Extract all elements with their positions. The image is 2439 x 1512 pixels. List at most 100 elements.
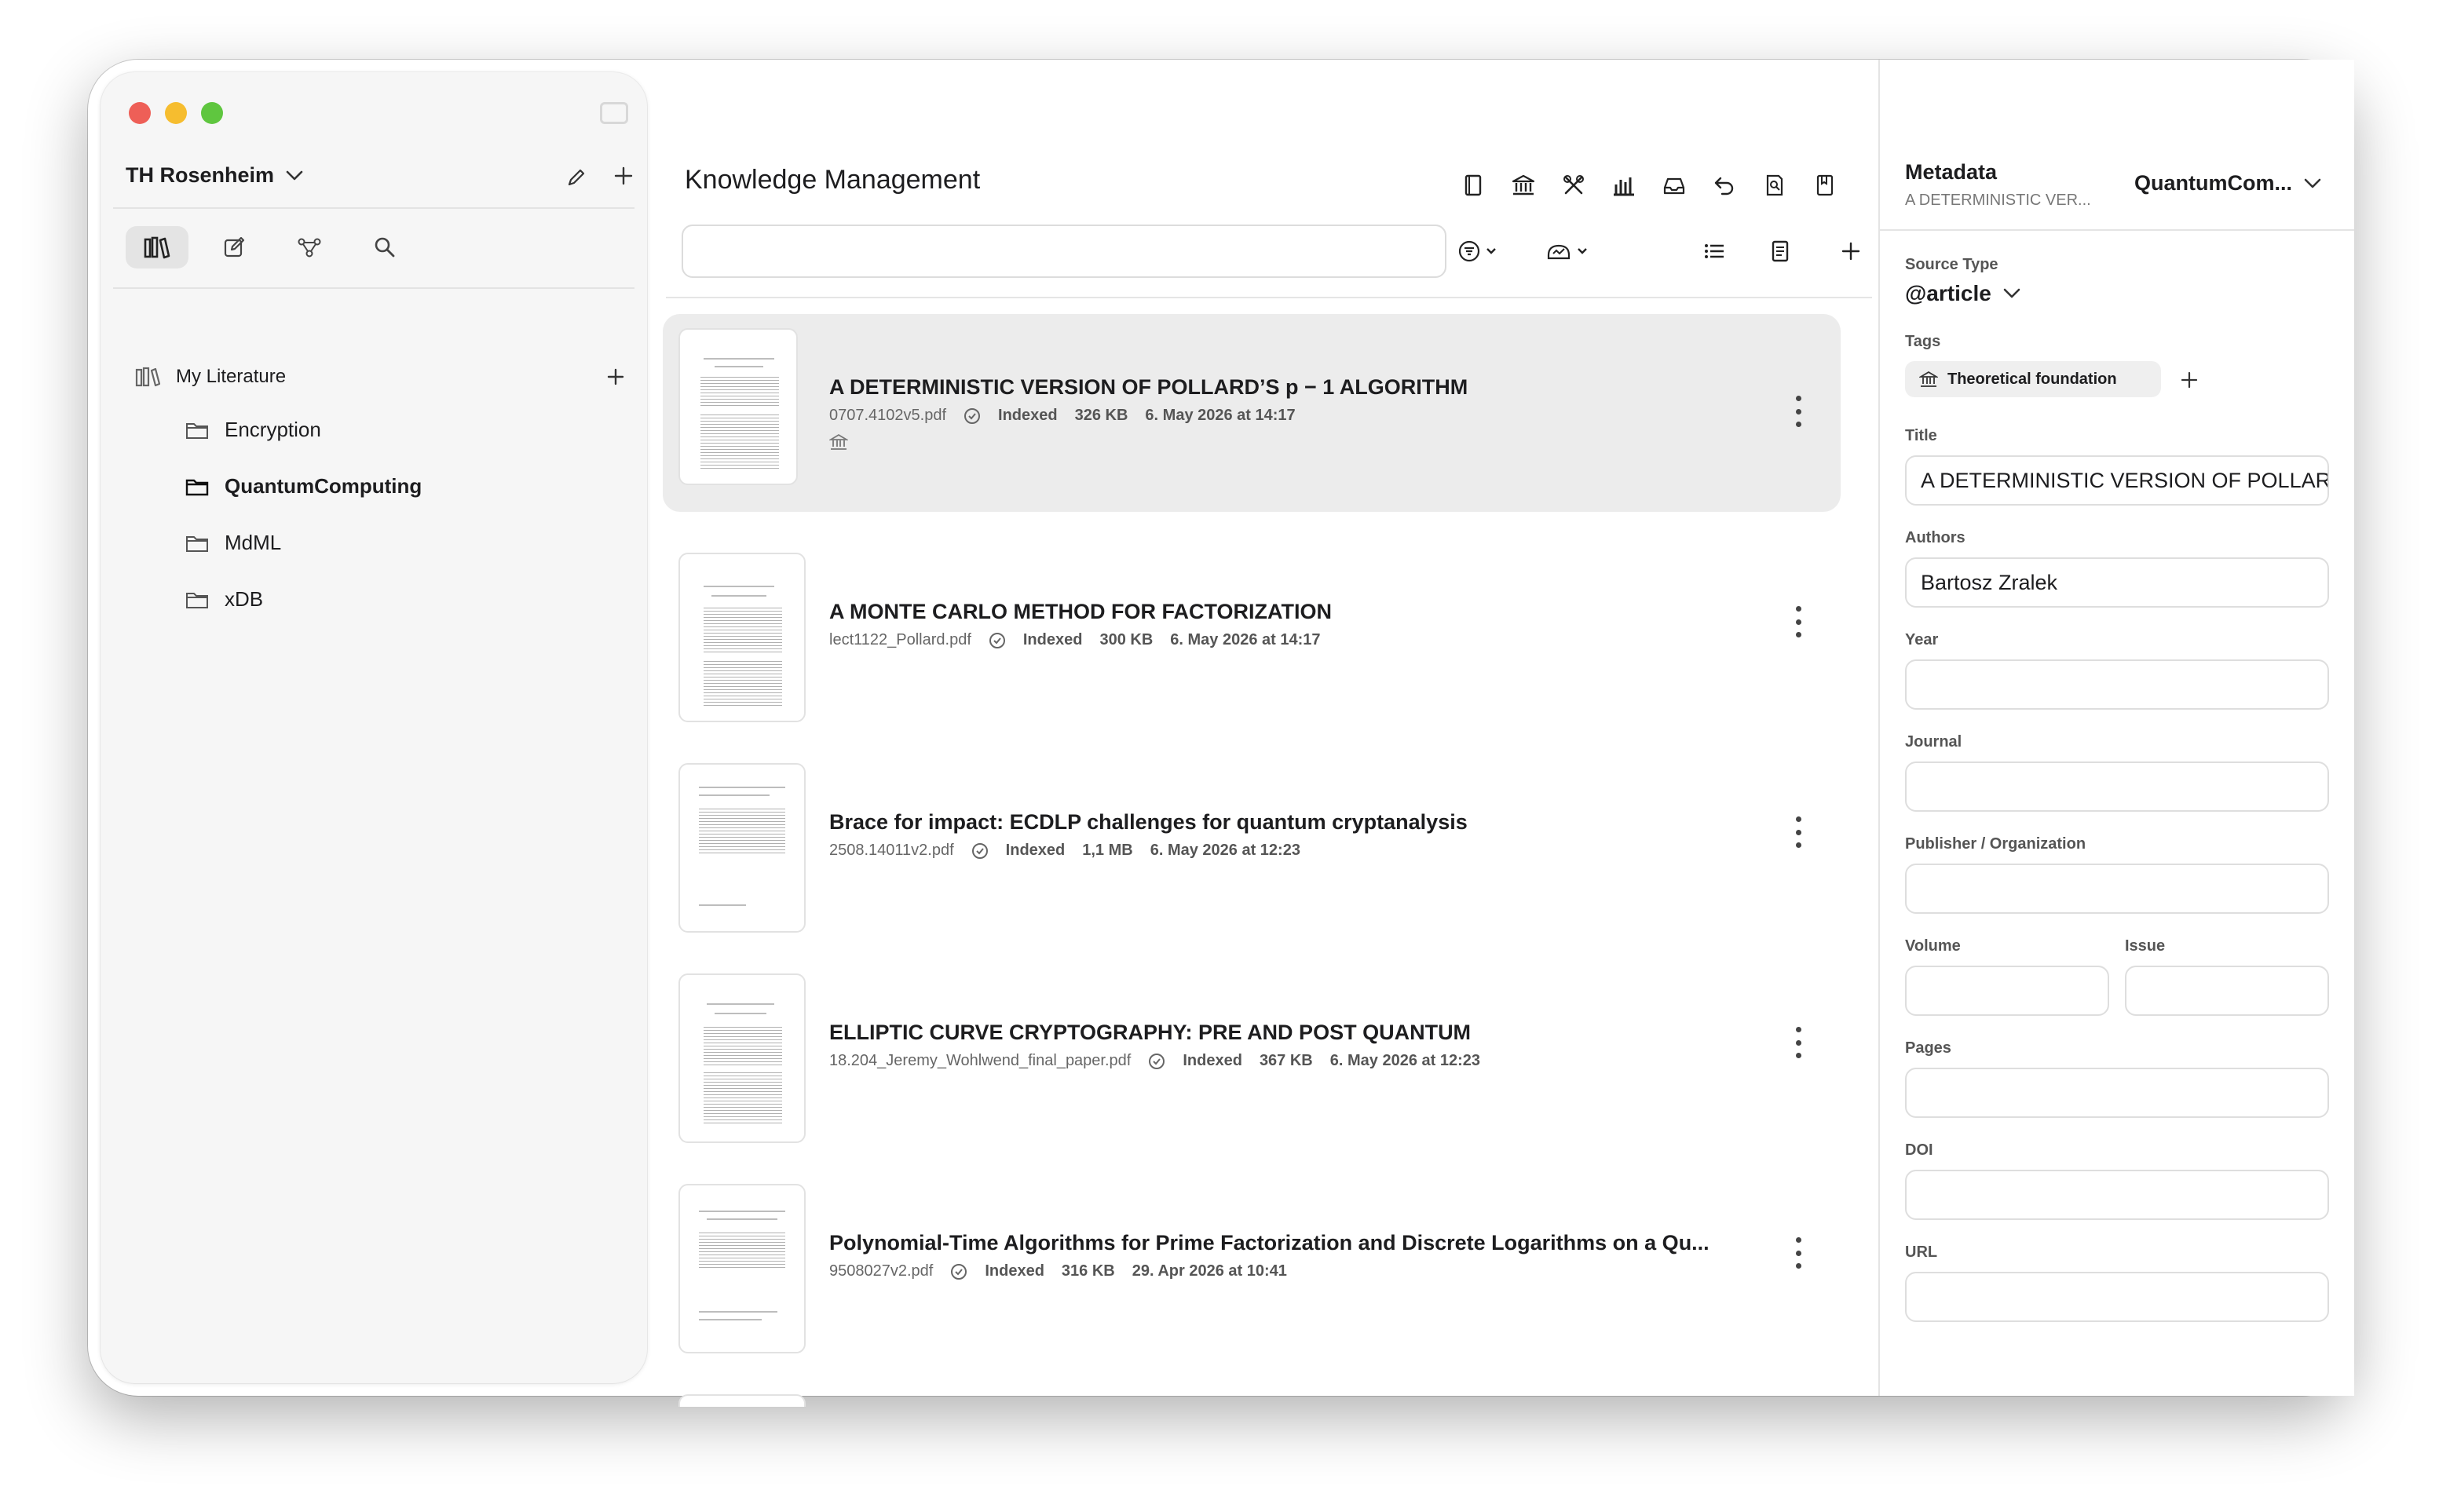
doi-field[interactable] [1905,1170,2329,1220]
divider [666,297,1872,298]
pages-field[interactable] [1905,1068,2329,1118]
more-icon[interactable] [1794,396,1803,427]
doc-search-icon[interactable] [1759,170,1790,201]
chevron-down-icon [2304,178,2321,188]
source-type-selector[interactable]: @article [1905,281,2021,306]
folder-icon [186,592,208,608]
check-circle-icon [989,632,1005,648]
source-type-value: @article [1905,281,1991,305]
tools-icon[interactable] [1558,170,1589,201]
chevron-down-icon [1486,248,1496,254]
metadata-subtitle: A DETERMINISTIC VER... [1905,192,2091,209]
chevron-down-icon [1578,248,1587,254]
document-row[interactable]: Polynomial-Time Algorithms for Prime Fac… [663,1165,1841,1353]
document-title: A MONTE CARLO METHOD FOR FACTORIZATION [829,600,1332,623]
add-tag-icon[interactable] [2177,367,2202,393]
book-icon[interactable] [1457,170,1489,201]
url-field[interactable] [1905,1272,2329,1322]
graph-icon[interactable] [278,226,341,268]
document-date: 6. May 2026 at 12:23 [1329,1052,1480,1069]
more-icon[interactable] [1794,1237,1803,1269]
folder-item-encryption[interactable]: Encryption [185,418,321,442]
document-row[interactable]: ELLIPTIC CURVE CRYPTOGRAPHY: PRE AND POS… [663,955,1841,1143]
plus-icon [1841,242,1860,261]
folder-item-mdml[interactable]: MdML [185,531,281,555]
add-library-icon[interactable] [609,162,638,190]
year-field[interactable] [1905,659,2329,710]
bookmark-icon[interactable] [1809,170,1841,201]
document-date: 6. May 2026 at 14:17 [1145,407,1296,424]
document-icon [1772,240,1789,262]
tree-root-my-literature[interactable]: My Literature [135,366,286,388]
tag-chip[interactable]: Theoretical foundation [1905,361,2161,397]
document-status: Indexed [985,1262,1044,1280]
add-folder-icon[interactable] [603,364,628,389]
edit-icon[interactable] [562,163,591,192]
document-size: 300 KB [1099,631,1154,648]
document-size: 316 KB [1061,1262,1115,1280]
journal-field[interactable] [1905,761,2329,812]
divider [113,287,634,289]
document-row[interactable] [663,1375,1841,1407]
document-meta: 0707.4102v5.pdf Indexed 326 KB 6. May 20… [829,407,1296,425]
list-icon [1705,244,1724,258]
document-size: 326 KB [1074,407,1128,424]
title-field[interactable]: A DETERMINISTIC VERSION OF POLLARD [1905,455,2329,506]
chevron-down-icon [2003,288,2020,298]
library-icon[interactable] [126,226,188,268]
search-icon[interactable] [353,226,416,268]
close-window-button[interactable] [129,102,151,124]
document-row[interactable]: A MONTE CARLO METHOD FOR FACTORIZATION l… [663,534,1841,722]
chart-icon[interactable] [1608,170,1640,201]
document-status: Indexed [1022,631,1083,648]
storage-menu-button[interactable] [1545,236,1588,267]
issue-field[interactable] [2125,966,2329,1016]
document-row[interactable]: A DETERMINISTIC VERSION OF POLLARD’S p −… [663,314,1841,512]
folder-icon [186,535,208,552]
tray-icon[interactable] [1658,170,1690,201]
collection-selector[interactable]: QuantumCom... [2134,171,2322,195]
more-icon[interactable] [1794,1027,1803,1058]
minimize-window-button[interactable] [165,102,187,124]
document-file: lect1122_Pollard.pdf [829,631,971,648]
institution-icon[interactable] [1508,170,1539,201]
add-document-button[interactable] [1841,236,1861,267]
document-view-button[interactable] [1768,236,1792,267]
sidebar-toggle-icon[interactable] [600,102,628,124]
note-icon[interactable] [203,226,265,268]
institution-icon [1919,371,1938,387]
more-icon[interactable] [1794,816,1803,848]
library-selector[interactable]: TH Rosenheim [126,163,304,188]
folder-item-quantumcomputing[interactable]: QuantumComputing [185,474,422,499]
document-title: Brace for impact: ECDLP challenges for q… [829,810,1468,834]
chevron-down-icon [286,170,303,180]
undo-icon[interactable] [1709,170,1740,201]
volume-label: Volume [1905,937,1961,955]
authors-field[interactable]: Bartosz Zralek [1905,557,2329,608]
tree-root-label: My Literature [176,366,287,387]
url-label: URL [1905,1244,1938,1261]
year-label: Year [1905,631,1939,648]
issue-label: Issue [2125,937,2166,955]
document-row[interactable]: Brace for impact: ECDLP challenges for q… [663,744,1841,933]
publisher-label: Publisher / Organization [1905,835,2086,853]
folder-item-xdb[interactable]: xDB [185,587,263,612]
folder-label: QuantumComputing [225,474,422,498]
search-input[interactable] [682,225,1446,278]
publisher-field[interactable] [1905,864,2329,914]
list-view-button[interactable] [1702,236,1726,267]
metadata-heading: Metadata [1905,160,1998,184]
filter-menu-button[interactable] [1457,236,1497,267]
zoom-window-button[interactable] [201,102,223,124]
title-label: Title [1905,427,1937,444]
institution-icon [829,433,848,450]
document-meta: 9508027v2.pdf Indexed 316 KB 29. Apr 202… [829,1262,1287,1280]
document-file: 9508027v2.pdf [829,1262,934,1280]
volume-field[interactable] [1905,966,2109,1016]
more-icon[interactable] [1794,606,1803,637]
filter-icon [1458,240,1480,262]
check-circle-icon [1149,1053,1165,1069]
document-date: 6. May 2026 at 12:23 [1150,842,1300,859]
collection-name: QuantumCom... [2134,171,2292,195]
document-status: Indexed [1183,1052,1242,1069]
